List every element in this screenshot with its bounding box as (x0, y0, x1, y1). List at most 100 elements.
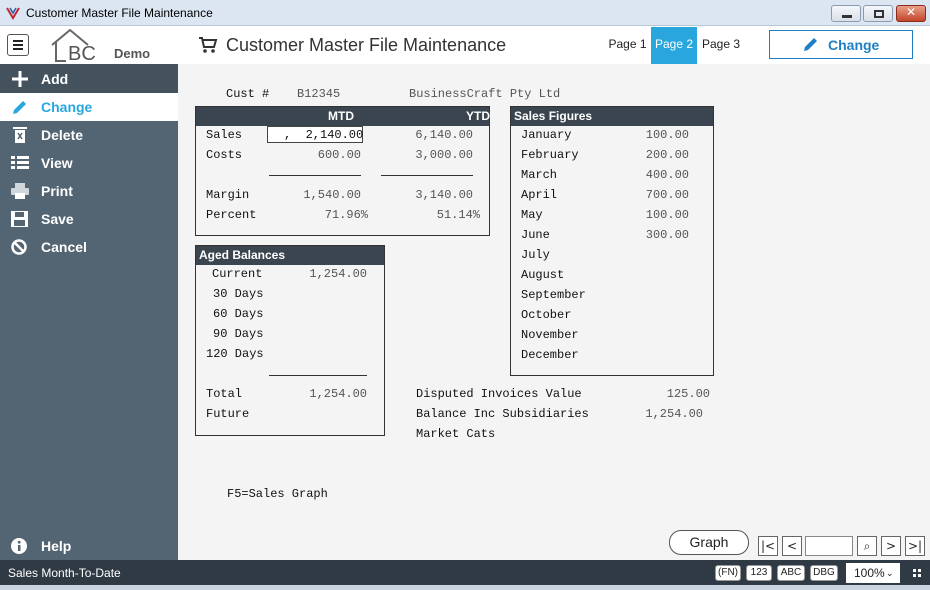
percent-ytd-value: 51.14% (436, 208, 480, 222)
margin-mtd-value: 1,540.00 (303, 188, 361, 202)
change-mode-label: Change (828, 37, 880, 53)
status-chip-abc[interactable]: ABC (777, 565, 805, 581)
sidebar-item-cancel[interactable]: Cancel (0, 233, 178, 261)
sales-figures-panel: Sales Figures January 100.00 February 200.0… (510, 106, 714, 376)
zoom-select[interactable]: 100% ⌄ (846, 563, 900, 583)
aged-balances-title: Aged Balances (199, 248, 286, 262)
sidebar-item-change[interactable]: Change (0, 93, 178, 121)
app-logo-icon (6, 7, 20, 20)
status-chip-fn[interactable]: (FN) (715, 565, 741, 581)
company-logo: BC (51, 28, 96, 63)
month-label: December (521, 348, 579, 362)
mtd-ytd-panel: MTD YTD Sales , 2,140.00 6,140.00 Costs … (195, 106, 490, 236)
sidebar-item-view[interactable]: View (0, 149, 178, 177)
costs-label: Costs (206, 148, 243, 162)
market-label: Market Cats (416, 427, 496, 441)
mtd-header: MTD (328, 109, 354, 123)
sidebar-item-print[interactable]: Print (0, 177, 178, 205)
maximize-icon (874, 10, 884, 18)
tab-page-1[interactable]: Page 1 (605, 27, 650, 64)
sidebar-item-label: Save (41, 211, 74, 227)
margin-label: Margin (206, 188, 250, 202)
month-label: February (521, 148, 579, 162)
record-search-input[interactable] (805, 536, 853, 556)
first-record-button[interactable]: |< (758, 536, 778, 556)
list-icon (11, 156, 29, 169)
change-mode-button[interactable]: Change (769, 30, 913, 59)
sales-label: Sales (206, 128, 243, 142)
disputed-label: Disputed Invoices Value (416, 387, 582, 401)
sidebar-item-add[interactable]: Add (0, 65, 178, 93)
status-chip-dbg[interactable]: DBG (810, 565, 838, 581)
status-chip-123[interactable]: 123 (746, 565, 772, 581)
tab-page-3[interactable]: Page 3 (698, 27, 744, 64)
sidebar-item-label: Cancel (41, 239, 87, 255)
next-record-button[interactable]: > (881, 536, 901, 556)
disputed-value: 125.00 (666, 387, 710, 401)
minimize-icon (842, 15, 852, 18)
main-content: Cust # B12345 BusinessCraft Pty Ltd MTD … (178, 64, 930, 560)
sales-mtd-input[interactable]: , 2,140.00 (267, 126, 363, 143)
aged-total-rule (269, 375, 367, 376)
chevron-down-icon: ⌄ (886, 568, 894, 578)
window-title: Customer Master File Maintenance (26, 6, 213, 20)
ytd-header: YTD (466, 109, 490, 123)
sidebar-item-label: Change (41, 99, 93, 115)
month-label: July (521, 248, 550, 262)
close-button[interactable]: ✕ (896, 5, 926, 22)
close-icon: ✕ (905, 5, 917, 19)
logo-text: BC (68, 43, 96, 63)
sidebar-item-help[interactable]: Help (0, 532, 178, 560)
function-key-hint: F5=Sales Graph (227, 487, 328, 501)
month-label: April (521, 188, 558, 202)
printer-icon (11, 183, 29, 199)
month-value: 100.00 (645, 208, 689, 222)
costs-ytd-value: 3,000.00 (415, 148, 473, 162)
trash-icon (13, 127, 27, 143)
last-record-button[interactable]: >| (905, 536, 925, 556)
sidebar-item-label: Print (41, 183, 73, 199)
month-label: August (521, 268, 565, 282)
month-value: 400.00 (645, 168, 689, 182)
sidebar-item-label: Add (41, 71, 69, 87)
search-icon[interactable]: ⌕ (857, 536, 877, 556)
aged-row-value: 1,254.00 (309, 267, 367, 281)
graph-button[interactable]: Graph (669, 530, 749, 555)
aged-row-label: 30 Days (213, 287, 264, 301)
total-value: 1,254.00 (309, 387, 367, 401)
pencil-icon (804, 38, 817, 51)
tab-page-2[interactable]: Page 2 (651, 27, 697, 64)
grid-icon[interactable] (913, 569, 921, 577)
month-label: January (521, 128, 572, 142)
aged-row-label: 120 Days (206, 347, 264, 361)
sales-mtd-value: , 2,140.00 (284, 128, 364, 142)
aged-row-label: 90 Days (213, 327, 264, 341)
prev-record-button[interactable]: < (782, 536, 802, 556)
percent-mtd-value: 71.96% (324, 208, 368, 222)
sidebar-item-save[interactable]: Save (0, 205, 178, 233)
hamburger-menu-button[interactable] (7, 34, 29, 56)
balance-value: 1,254.00 (645, 407, 703, 421)
month-value: 100.00 (645, 128, 689, 142)
plus-icon (12, 71, 28, 87)
cart-icon (199, 37, 218, 53)
cancel-icon (11, 239, 27, 255)
logo-demo-label: Demo (114, 46, 151, 61)
percent-label: Percent (206, 208, 257, 222)
month-value: 200.00 (645, 148, 689, 162)
sidebar-item-delete[interactable]: Delete (0, 121, 178, 149)
sidebar: Add Change Delete View Print Save Cancel… (0, 64, 178, 560)
page-title: Customer Master File Maintenance (226, 35, 507, 55)
cust-name: BusinessCraft Pty Ltd (409, 87, 561, 101)
month-label: November (521, 328, 579, 342)
maximize-button[interactable] (863, 5, 893, 22)
sales-ytd-value: 6,140.00 (415, 128, 473, 142)
menu-icon (13, 40, 23, 42)
month-label: October (521, 308, 572, 322)
app-header: BC Demo Customer Master File Maintenance… (0, 27, 930, 64)
status-text: Sales Month-To-Date (8, 566, 121, 580)
cust-code: B12345 (297, 87, 341, 101)
minimize-button[interactable] (831, 5, 861, 22)
status-bar: Sales Month-To-Date (FN) 123 ABC DBG 100… (0, 560, 930, 585)
month-label: June (521, 228, 550, 242)
